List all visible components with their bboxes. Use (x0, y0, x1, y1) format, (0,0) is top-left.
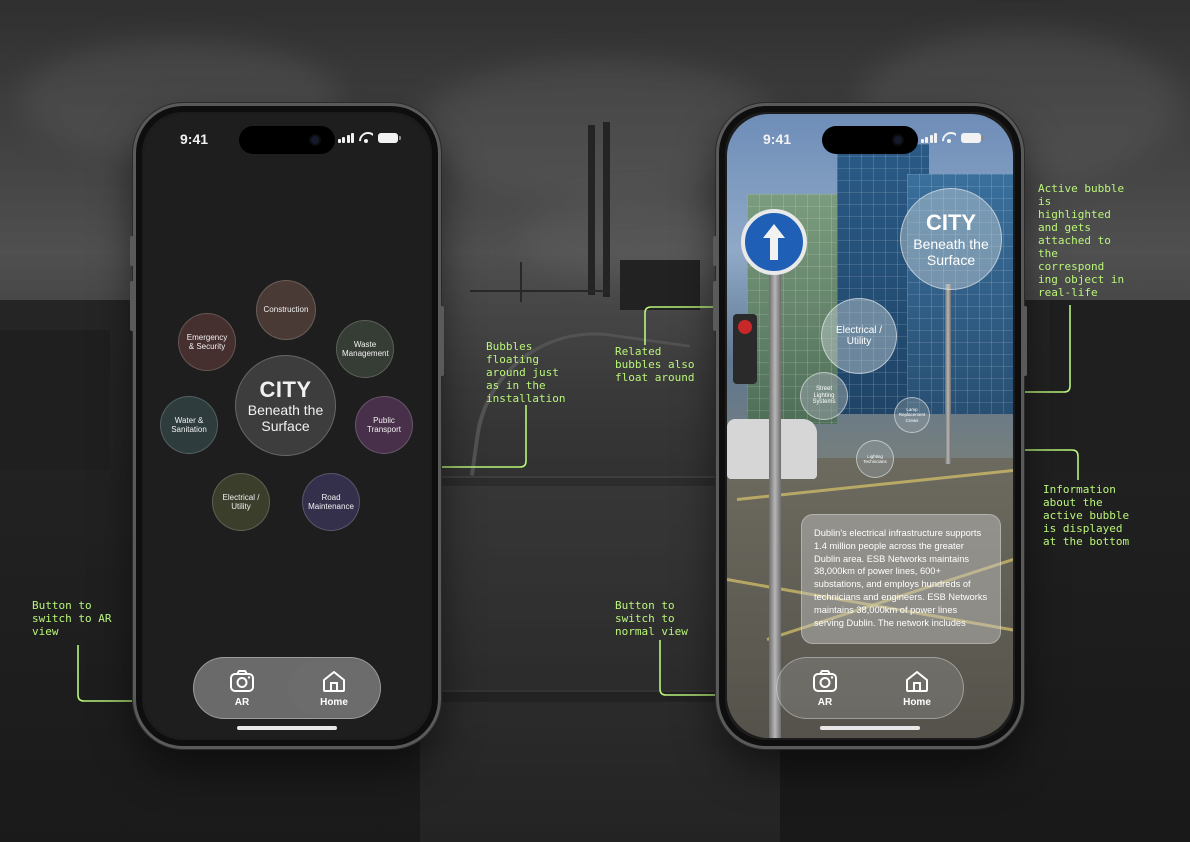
status-icons (920, 132, 984, 143)
ar-view-button[interactable]: AR (196, 661, 288, 715)
related-bubble-street-lighting[interactable]: Street Lighting Systems (800, 372, 848, 420)
cellular-signal-icon (920, 133, 937, 143)
bottom-nav: AR Home (193, 657, 381, 719)
camera-icon (813, 669, 837, 692)
info-text: Dublin's electrical infrastructure suppo… (814, 528, 988, 628)
ar-view-button[interactable]: AR (779, 661, 871, 715)
status-time: 9:41 (180, 131, 209, 147)
home-button[interactable]: Home (871, 661, 963, 715)
bubble-label: Lighting Technicians (863, 453, 887, 464)
bubble-water-sanitation[interactable]: Water & Sanitation (160, 396, 218, 454)
home-indicator (237, 726, 337, 730)
bubble-label: Public Transport (367, 415, 401, 434)
home-button-label: Home (903, 696, 931, 708)
annotation-switch-to-ar: Button to switch to AR view (32, 599, 112, 638)
bubble-label: Waste Management (342, 339, 389, 358)
bubble-construction[interactable]: Construction (256, 280, 316, 340)
phone-ar-view: 9:41 CITY Beneath the Surface Electrical… (713, 103, 1027, 749)
active-bubble-city[interactable]: CITY Beneath the Surface (900, 188, 1002, 290)
bubble-waste-management[interactable]: Waste Management (336, 320, 394, 378)
bubble-electrical-utility[interactable]: Electrical / Utility (212, 473, 270, 531)
cellular-signal-icon (337, 133, 354, 143)
bubble-label: Road Maintenance (308, 492, 354, 511)
bubble-road-maintenance[interactable]: Road Maintenance (302, 473, 360, 531)
bubble-emergency-security[interactable]: Emergency & Security (178, 313, 236, 371)
status-time: 9:41 (763, 131, 792, 147)
bubble-label: Emergency & Security (186, 332, 228, 351)
annotation-switch-to-normal: Button to switch to normal view (615, 599, 688, 638)
home-icon (906, 670, 928, 692)
ar-view-screen: 9:41 CITY Beneath the Surface Electrical… (727, 114, 1013, 738)
bubble-label: Electrical / Utility (222, 492, 260, 511)
home-button-label: Home (320, 696, 348, 708)
front-camera-icon (309, 134, 321, 146)
info-card: Dublin's electrical infrastructure suppo… (801, 514, 1001, 644)
bubble-label: Street Lighting Systems (812, 385, 836, 406)
road-sign (741, 209, 807, 275)
phone-normal-view: 9:41 CITY Beneath the Surface Constructi… (130, 103, 444, 749)
home-indicator (820, 726, 920, 730)
wifi-icon (942, 132, 956, 143)
camera-icon (230, 669, 254, 692)
bubble-public-transport[interactable]: Public Transport (355, 396, 413, 454)
ar-button-label: AR (817, 696, 833, 708)
related-bubble-lamp-replacement[interactable]: Lamp Replacement Crews (894, 397, 930, 433)
dynamic-island (822, 126, 918, 154)
bubble-label: Construction (263, 305, 309, 315)
home-button[interactable]: Home (288, 661, 380, 715)
bubble-label: Electrical / Utility (835, 324, 883, 348)
ar-button-label: AR (234, 696, 250, 708)
bottom-nav: AR Home (776, 657, 964, 719)
annotation-info-bottom: Information about the active bubble is d… (1043, 483, 1130, 548)
related-bubble-electrical-utility[interactable]: Electrical / Utility (821, 298, 897, 374)
annotation-bubbles-floating: Bubbles floating around just as in the i… (486, 340, 566, 405)
wifi-icon (359, 132, 373, 143)
battery-icon (378, 133, 401, 143)
center-bubble-subtitle: Beneath the Surface (247, 402, 324, 435)
home-icon (323, 670, 345, 692)
front-camera-icon (892, 134, 904, 146)
active-bubble-subtitle: Beneath the Surface (913, 235, 989, 268)
bubble-label: Lamp Replacement Crews (898, 407, 926, 423)
bubble-label: Water & Sanitation (171, 415, 207, 434)
annotation-related-bubbles: Related bubbles also float around (615, 345, 695, 384)
annotation-active-bubble: Active bubble is highlighted and gets at… (1038, 182, 1125, 299)
battery-icon (961, 133, 984, 143)
center-bubble-city[interactable]: CITY Beneath the Surface (235, 355, 336, 456)
normal-view-screen: 9:41 CITY Beneath the Surface Constructi… (144, 114, 430, 738)
dynamic-island (239, 126, 335, 154)
related-bubble-lighting-technicians[interactable]: Lighting Technicians (856, 440, 894, 478)
status-icons (337, 132, 401, 143)
center-bubble-title: CITY (259, 376, 312, 402)
active-bubble-title: CITY (925, 210, 977, 236)
